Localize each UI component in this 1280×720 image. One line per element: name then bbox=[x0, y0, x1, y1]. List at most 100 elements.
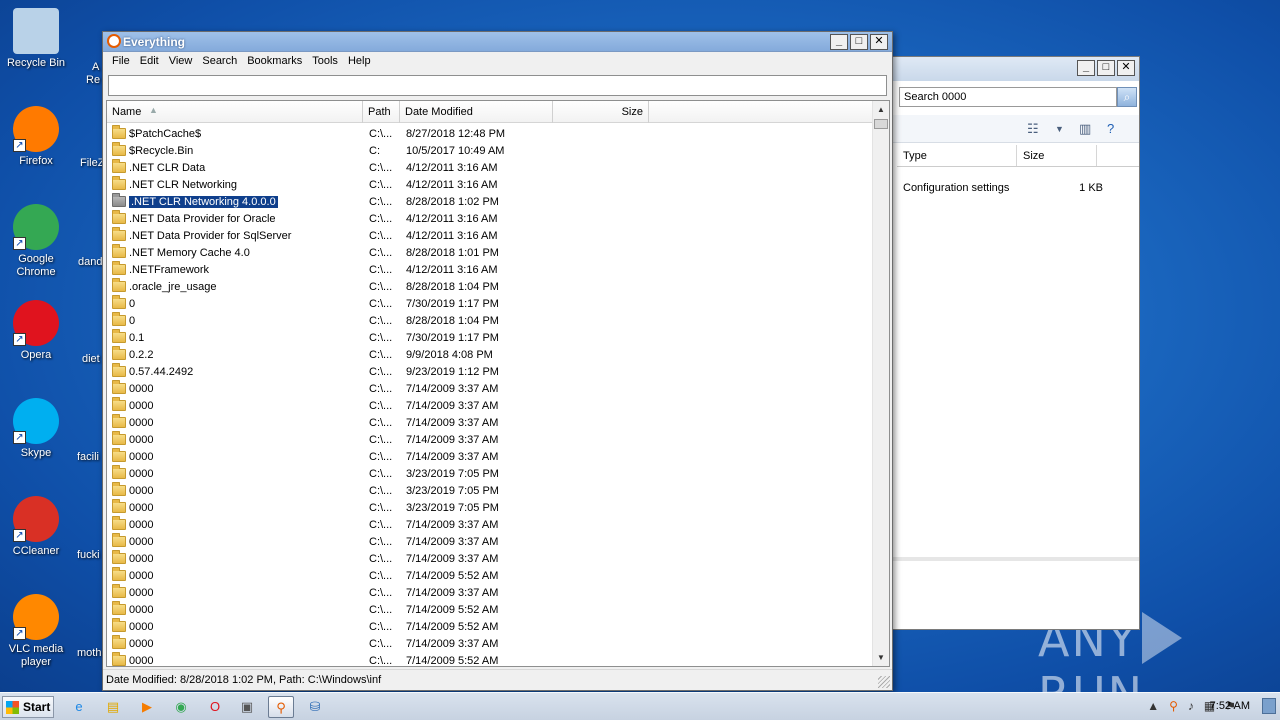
taskbar-network-icon[interactable]: ⛁ bbox=[302, 696, 328, 718]
maximize-button[interactable]: □ bbox=[1097, 60, 1115, 76]
desktop-icon-opera[interactable]: ↗ Opera bbox=[1, 300, 71, 362]
table-row[interactable]: 0000 C:\... 7/14/2009 3:37 AM bbox=[107, 448, 873, 465]
clock[interactable]: 7:52 AM bbox=[1210, 700, 1250, 712]
col-path-header[interactable]: Path bbox=[363, 101, 400, 123]
show-hidden-icons-icon[interactable]: ▲ bbox=[1147, 699, 1159, 713]
close-button[interactable]: ✕ bbox=[870, 34, 888, 50]
table-row[interactable]: 0000 C:\... 7/14/2009 3:37 AM bbox=[107, 550, 873, 567]
taskbar-window-icon[interactable]: ▣ bbox=[234, 696, 260, 718]
desktop-icon-recycle-bin[interactable]: Recycle Bin bbox=[1, 8, 71, 70]
menu-bookmarks[interactable]: Bookmarks bbox=[242, 52, 307, 72]
table-row[interactable]: 0.2.2 C:\... 9/9/2018 4:08 PM bbox=[107, 346, 873, 363]
taskbar-everything-icon[interactable]: ⚲ bbox=[268, 696, 294, 718]
menu-help[interactable]: Help bbox=[343, 52, 376, 72]
vertical-scrollbar[interactable]: ▲ ▼ bbox=[872, 101, 889, 666]
cell-date: 8/28/2018 1:04 PM bbox=[406, 280, 499, 293]
table-row[interactable]: .NET Memory Cache 4.0 C:\... 8/28/2018 1:0… bbox=[107, 244, 873, 261]
maximize-button[interactable]: □ bbox=[850, 34, 868, 50]
table-row[interactable]: 0.1 C:\... 7/30/2019 1:17 PM bbox=[107, 329, 873, 346]
menu-search[interactable]: Search bbox=[197, 52, 242, 72]
menu-tools[interactable]: Tools bbox=[307, 52, 343, 72]
table-row[interactable]: $PatchCache$ C:\... 8/27/2018 12:48 PM bbox=[107, 125, 873, 142]
desktop-icon-skype[interactable]: ↗ Skype bbox=[1, 398, 71, 460]
taskbar-opera-icon[interactable]: O bbox=[202, 696, 228, 718]
scroll-down-icon[interactable]: ▼ bbox=[873, 649, 889, 666]
file-name: 0000 bbox=[129, 399, 154, 412]
table-row[interactable]: 0000 C:\... 3/23/2019 7:05 PM bbox=[107, 499, 873, 516]
bg-search-input[interactable]: Search 0000 bbox=[899, 87, 1117, 107]
menu-edit[interactable]: Edit bbox=[135, 52, 164, 72]
table-row[interactable]: 0000 C:\... 7/14/2009 3:37 AM bbox=[107, 516, 873, 533]
table-row[interactable]: .NETFramework C:\... 4/12/2011 3:16 AM bbox=[107, 261, 873, 278]
speaker-icon[interactable]: ♪ bbox=[1188, 699, 1194, 713]
scroll-up-icon[interactable]: ▲ bbox=[873, 101, 889, 118]
search-input[interactable] bbox=[108, 75, 887, 96]
table-row[interactable]: 0000 C:\... 7/14/2009 3:37 AM bbox=[107, 431, 873, 448]
cell-name: 0000 bbox=[107, 414, 363, 429]
preview-pane-icon[interactable]: ▥ bbox=[1079, 121, 1091, 137]
table-row[interactable]: 0000 C:\... 7/14/2009 3:37 AM bbox=[107, 414, 873, 431]
taskbar-chrome-icon[interactable]: ◉ bbox=[168, 696, 194, 718]
everything-titlebar[interactable]: Everything _ □ ✕ bbox=[103, 32, 892, 52]
table-row[interactable]: .NET CLR Data C:\... 4/12/2011 3:16 AM bbox=[107, 159, 873, 176]
desktop-icon-vlc[interactable]: ↗ VLC media player bbox=[1, 594, 71, 669]
table-row[interactable]: 0000 C:\... 3/23/2019 7:05 PM bbox=[107, 465, 873, 482]
minimize-button[interactable]: _ bbox=[830, 34, 848, 50]
scroll-thumb[interactable] bbox=[874, 119, 888, 129]
everything-tray-icon[interactable]: ⚲ bbox=[1169, 699, 1178, 713]
table-row[interactable]: 0000 C:\... 7/14/2009 5:52 AM bbox=[107, 652, 873, 666]
menu-file[interactable]: File bbox=[107, 52, 135, 72]
table-row[interactable]: 0 C:\... 7/30/2019 1:17 PM bbox=[107, 295, 873, 312]
view-options-icon[interactable]: ☷ bbox=[1027, 121, 1039, 137]
table-row[interactable]: 0000 C:\... 7/14/2009 5:52 AM bbox=[107, 618, 873, 635]
results-list[interactable]: Name ▲ Path Date Modified Size $PatchCach… bbox=[106, 100, 890, 667]
taskbar-explorer-icon[interactable]: ▤ bbox=[100, 696, 126, 718]
list-item[interactable]: Configuration settings 1 KB bbox=[903, 179, 1133, 196]
col-size-header[interactable]: Size bbox=[553, 101, 649, 123]
background-explorer-window[interactable]: _ □ ✕ Search 0000 ⌕ ☷ ▼ ▥ ? Type Size Co… bbox=[886, 56, 1140, 630]
table-row[interactable]: .NET Data Provider for SqlServer C:\... 4/… bbox=[107, 227, 873, 244]
file-name: .NET CLR Networking 4.0.0.0 bbox=[128, 194, 279, 209]
file-name: 0000 bbox=[129, 535, 154, 548]
cell-date: 9/23/2019 1:12 PM bbox=[406, 365, 499, 378]
table-row[interactable]: 0000 C:\... 7/14/2009 3:37 AM bbox=[107, 635, 873, 652]
table-row[interactable]: $Recycle.Bin C: 10/5/2017 10:49 AM bbox=[107, 142, 873, 159]
table-row[interactable]: 0000 C:\... 7/14/2009 5:52 AM bbox=[107, 601, 873, 618]
bg-window-titlebar[interactable]: _ □ ✕ bbox=[887, 57, 1139, 81]
desktop-icon-chrome[interactable]: ↗ Google Chrome bbox=[1, 204, 71, 279]
table-row[interactable]: 0000 C:\... 7/14/2009 3:37 AM bbox=[107, 397, 873, 414]
show-desktop-button[interactable] bbox=[1262, 698, 1276, 714]
table-row[interactable]: .NET Data Provider for Oracle C:\... 4/12/… bbox=[107, 210, 873, 227]
col-type-header[interactable]: Type bbox=[897, 145, 1017, 166]
desktop-icon-firefox[interactable]: ↗ Firefox bbox=[1, 106, 71, 168]
table-row[interactable]: 0000 C:\... 7/14/2009 3:37 AM bbox=[107, 584, 873, 601]
col-size-header[interactable]: Size bbox=[1017, 145, 1097, 166]
cell-date: 4/12/2011 3:16 AM bbox=[406, 212, 498, 225]
table-row[interactable]: 0000 C:\... 7/14/2009 5:52 AM bbox=[107, 567, 873, 584]
minimize-button[interactable]: _ bbox=[1077, 60, 1095, 76]
taskbar-ie-icon[interactable]: e bbox=[66, 696, 92, 718]
table-row[interactable]: .NET CLR Networking 4.0.0.0 C:\... 8/28/20… bbox=[107, 193, 873, 210]
table-row[interactable]: 0000 C:\... 7/14/2009 3:37 AM bbox=[107, 380, 873, 397]
col-date-header[interactable]: Date Modified bbox=[400, 101, 553, 123]
close-button[interactable]: ✕ bbox=[1117, 60, 1135, 76]
folder-icon bbox=[112, 635, 126, 649]
table-row[interactable]: 0000 C:\... 3/23/2019 7:05 PM bbox=[107, 482, 873, 499]
search-icon[interactable]: ⌕ bbox=[1117, 87, 1137, 107]
help-icon[interactable]: ? bbox=[1107, 121, 1114, 136]
cell-date: 7/30/2019 1:17 PM bbox=[406, 297, 499, 310]
file-name: 0000 bbox=[129, 569, 154, 582]
table-row[interactable]: .NET CLR Networking C:\... 4/12/2011 3:16 … bbox=[107, 176, 873, 193]
menu-view[interactable]: View bbox=[164, 52, 198, 72]
table-row[interactable]: 0 C:\... 8/28/2018 1:04 PM bbox=[107, 312, 873, 329]
table-row[interactable]: 0.57.44.2492 C:\... 9/23/2019 1:12 PM bbox=[107, 363, 873, 380]
col-name-header[interactable]: Name ▲ bbox=[107, 101, 363, 123]
resize-grip-icon[interactable] bbox=[878, 676, 890, 688]
chevron-down-icon[interactable]: ▼ bbox=[1055, 124, 1064, 134]
taskbar-media-player-icon[interactable]: ▶ bbox=[134, 696, 160, 718]
table-row[interactable]: .oracle_jre_usage C:\... 8/28/2018 1:04 PM bbox=[107, 278, 873, 295]
start-button[interactable]: Start bbox=[2, 696, 54, 718]
everything-window[interactable]: Everything _ □ ✕ File Edit View Search Bookm… bbox=[102, 31, 893, 691]
table-row[interactable]: 0000 C:\... 7/14/2009 3:37 AM bbox=[107, 533, 873, 550]
desktop-icon-ccleaner[interactable]: ↗ CCleaner bbox=[1, 496, 71, 558]
